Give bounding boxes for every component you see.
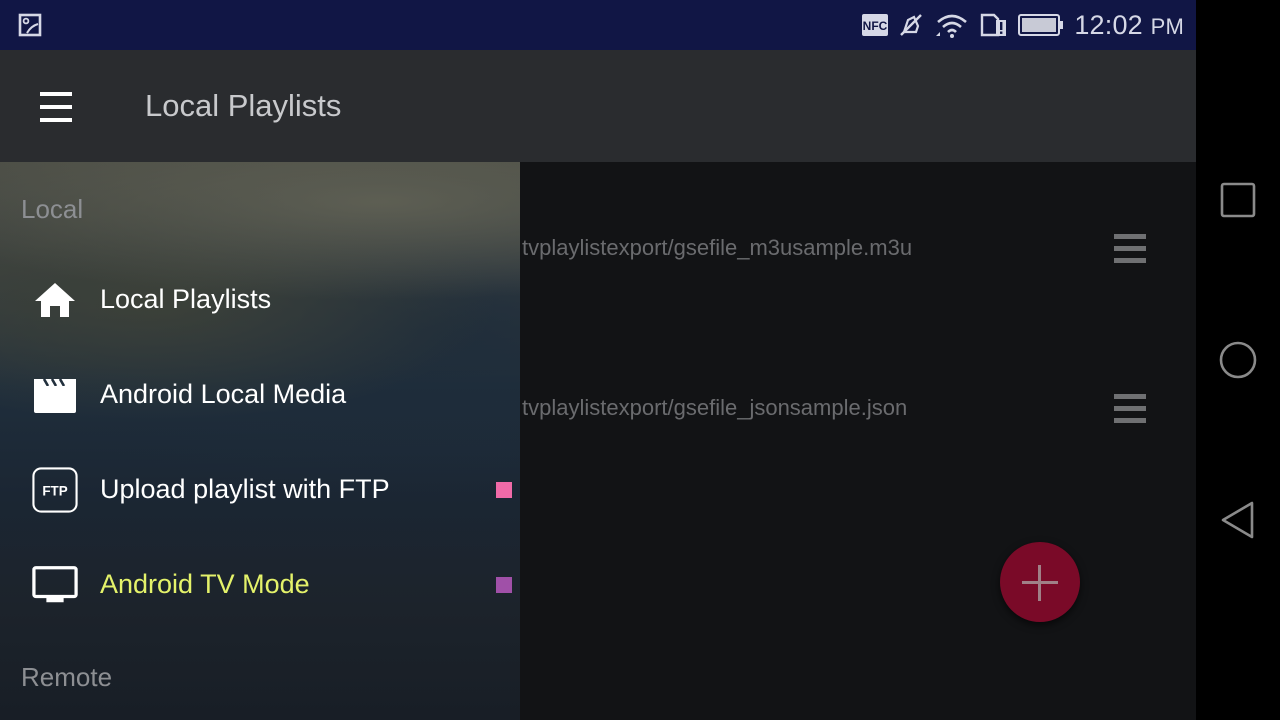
drawer-item-android-local-media[interactable]: Android Local Media: [0, 350, 520, 440]
gallery-icon: [18, 13, 42, 37]
home-icon: [32, 277, 78, 323]
vibrate-off-icon: [898, 13, 924, 37]
status-badge: [496, 482, 512, 498]
status-bar: NFC 12:02 PM: [0, 0, 1196, 50]
system-navigation-bar: [1196, 0, 1280, 720]
sim-alert-icon: [980, 13, 1008, 37]
clock: 12:02 PM: [1074, 9, 1184, 40]
recents-icon: [1220, 182, 1256, 218]
back-button[interactable]: [1214, 496, 1262, 544]
svg-text:FTP: FTP: [42, 483, 67, 498]
home-button[interactable]: [1214, 336, 1262, 384]
hamburger-icon[interactable]: [40, 92, 72, 122]
recents-button[interactable]: [1214, 176, 1262, 224]
tv-icon: [32, 562, 78, 608]
status-badge: [496, 577, 512, 593]
nfc-icon: NFC: [862, 13, 889, 37]
drawer-item-local-playlists[interactable]: Local Playlists: [0, 255, 520, 345]
ftp-icon: FTP: [32, 467, 78, 513]
clapperboard-icon: [32, 372, 78, 418]
navigation-drawer: Local Local Playlists Android Local Medi…: [0, 162, 520, 720]
drag-handle-icon[interactable]: [1114, 234, 1146, 264]
back-icon: [1221, 501, 1254, 539]
add-playlist-button[interactable]: [1000, 542, 1080, 622]
drawer-item-android-tv-mode[interactable]: Android TV Mode: [0, 540, 520, 630]
playlist-path: tvplaylistexport/gsefile_jsonsample.json: [522, 395, 908, 420]
playlist-path: tvplaylistexport/gsefile_m3usample.m3u: [522, 235, 913, 260]
app-bar: Local Playlists: [0, 50, 1196, 162]
battery-icon: [1018, 13, 1064, 37]
section-label-local: Local: [21, 194, 84, 224]
drag-handle-icon[interactable]: [1114, 394, 1146, 424]
page-title: Local Playlists: [145, 88, 342, 123]
wifi-icon: [934, 13, 970, 38]
section-label-remote: Remote: [21, 662, 113, 692]
home-circle-icon: [1219, 341, 1257, 379]
drawer-item-upload-ftp[interactable]: FTP Upload playlist with FTP: [0, 445, 520, 535]
svg-text:NFC: NFC: [863, 19, 888, 33]
